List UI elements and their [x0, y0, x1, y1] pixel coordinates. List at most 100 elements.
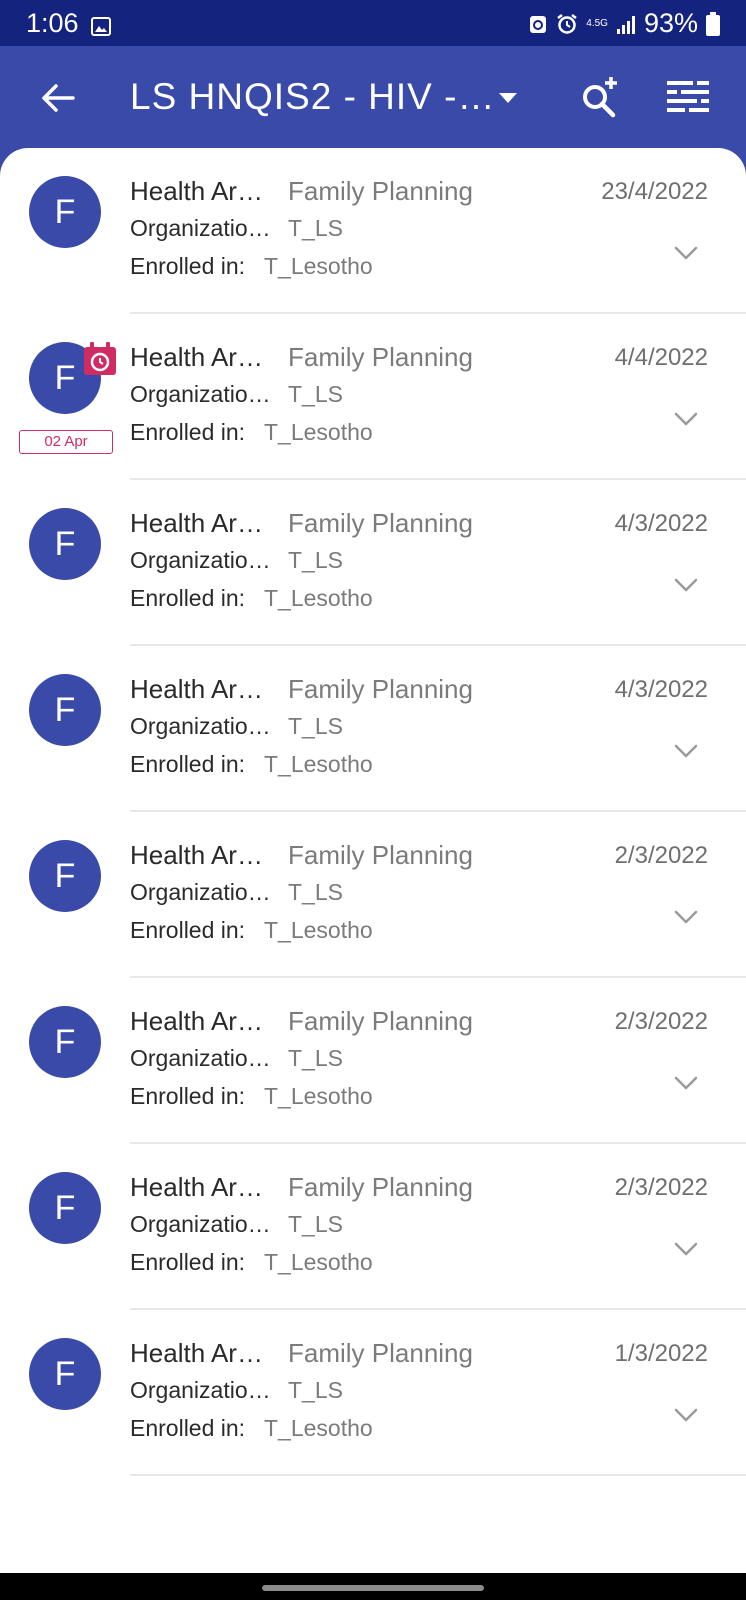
- attribute-row-1: Health Ar… Family Planning: [130, 1172, 473, 1203]
- avatar: F: [29, 1006, 101, 1078]
- attribute-2-value: T_LS: [288, 547, 343, 573]
- attribute-row-2: Organizatio… T_LS: [130, 1045, 343, 1072]
- search-button[interactable]: [575, 72, 625, 122]
- attribute-row-2: Organizatio… T_LS: [130, 1211, 343, 1238]
- attribute-row-1: Health Ar… Family Planning: [130, 674, 473, 705]
- attribute-1-value: Family Planning: [288, 674, 473, 704]
- record-item[interactable]: F Health Ar… Family Planning Organizatio…: [0, 314, 746, 480]
- attribute-row-2: Organizatio… T_LS: [130, 381, 343, 408]
- expand-button[interactable]: [670, 1236, 702, 1262]
- enrollment-row: Enrolled in: T_Lesotho: [130, 585, 373, 612]
- expand-button[interactable]: [670, 738, 702, 764]
- signal-icon: [616, 15, 635, 34]
- record-date: 4/4/2022: [614, 344, 708, 371]
- expand-button[interactable]: [670, 572, 702, 598]
- expand-button[interactable]: [670, 240, 702, 266]
- enrollment-row: Enrolled in: T_Lesotho: [130, 751, 373, 778]
- filter-button[interactable]: [660, 72, 716, 122]
- attribute-row-1: Health Ar… Family Planning: [130, 1006, 473, 1037]
- status-icons: 4.5G 93%: [528, 8, 720, 39]
- dropdown-icon: [499, 93, 517, 103]
- attribute-2-label: Organizatio…: [130, 1045, 271, 1071]
- status-time: 1:06: [26, 8, 79, 38]
- enrolled-label: Enrolled in:: [130, 585, 246, 611]
- avatar: F: [29, 176, 101, 248]
- record-item[interactable]: F Health Ar… Family Planning Organizatio…: [0, 148, 746, 314]
- overdue-date-tag: 02 Apr: [19, 430, 113, 454]
- attribute-2-label: Organizatio…: [130, 879, 271, 905]
- avatar: F: [29, 1338, 101, 1410]
- expand-button[interactable]: [670, 406, 702, 432]
- app-bar: LS HNQIS2 - HIV -…: [0, 46, 746, 150]
- record-item[interactable]: F Health Ar… Family Planning Organizatio…: [0, 646, 746, 812]
- enrolled-label: Enrolled in:: [130, 1083, 246, 1109]
- enrollment-row: Enrolled in: T_Lesotho: [130, 1249, 373, 1276]
- attribute-1-label: Health Ar…: [130, 840, 263, 870]
- back-button[interactable]: [34, 74, 82, 122]
- record-date: 2/3/2022: [614, 1008, 708, 1035]
- expand-button[interactable]: [670, 1070, 702, 1096]
- record-item[interactable]: F Health Ar… Family Planning Organizatio…: [0, 978, 746, 1144]
- enrolled-value: T_Lesotho: [264, 419, 373, 445]
- status-bar: 1:06 4.5G 93%: [0, 0, 746, 46]
- attribute-1-value: Family Planning: [288, 840, 473, 870]
- attribute-2-label: Organizatio…: [130, 215, 271, 241]
- attribute-row-2: Organizatio… T_LS: [130, 713, 343, 740]
- enrollment-row: Enrolled in: T_Lesotho: [130, 253, 373, 280]
- attribute-1-label: Health Ar…: [130, 1338, 263, 1368]
- program-title[interactable]: LS HNQIS2 - HIV -…: [130, 76, 495, 118]
- attribute-row-2: Organizatio… T_LS: [130, 879, 343, 906]
- attribute-row-1: Health Ar… Family Planning: [130, 1338, 473, 1369]
- record-item[interactable]: F Health Ar… Family Planning Organizatio…: [0, 1144, 746, 1310]
- attribute-row-1: Health Ar… Family Planning: [130, 840, 473, 871]
- enrolled-label: Enrolled in:: [130, 419, 246, 445]
- attribute-1-value: Family Planning: [288, 1172, 473, 1202]
- record-item[interactable]: F Health Ar… Family Planning Organizatio…: [0, 1310, 746, 1476]
- chevron-down-icon: [674, 1242, 698, 1256]
- attribute-1-value: Family Planning: [288, 508, 473, 538]
- attribute-1-label: Health Ar…: [130, 1006, 263, 1036]
- attribute-2-label: Organizatio…: [130, 547, 271, 573]
- attribute-1-value: Family Planning: [288, 176, 473, 206]
- record-item[interactable]: F Health Ar… Family Planning Organizatio…: [0, 812, 746, 978]
- expand-button[interactable]: [670, 1402, 702, 1428]
- chevron-down-icon: [674, 910, 698, 924]
- filter-icon: [667, 81, 709, 112]
- attribute-row-1: Health Ar… Family Planning: [130, 342, 473, 373]
- attribute-2-label: Organizatio…: [130, 713, 271, 739]
- search-add-icon: [583, 77, 617, 118]
- attribute-1-value: Family Planning: [288, 1338, 473, 1368]
- network-type: 4.5G: [586, 17, 608, 29]
- attribute-row-2: Organizatio… T_LS: [130, 547, 343, 574]
- chevron-down-icon: [674, 744, 698, 758]
- avatar: F: [29, 508, 101, 580]
- attribute-2-value: T_LS: [288, 1377, 343, 1403]
- enrolled-value: T_Lesotho: [264, 1083, 373, 1109]
- battery-icon: [706, 11, 720, 36]
- attribute-row-1: Health Ar… Family Planning: [130, 176, 473, 207]
- avatar: F: [29, 1172, 101, 1244]
- attribute-2-label: Organizatio…: [130, 381, 271, 407]
- program-dropdown-button[interactable]: [492, 82, 524, 114]
- enrollment-row: Enrolled in: T_Lesotho: [130, 917, 373, 944]
- record-item[interactable]: F Health Ar… Family Planning Organizatio…: [0, 480, 746, 646]
- record-list: F Health Ar… Family Planning Organizatio…: [0, 148, 746, 1476]
- enrolled-value: T_Lesotho: [264, 1249, 373, 1275]
- chevron-down-icon: [674, 1076, 698, 1090]
- record-date: 1/3/2022: [614, 1340, 708, 1367]
- home-gesture-handle[interactable]: [262, 1585, 484, 1591]
- avatar: F: [29, 840, 101, 912]
- enrollment-row: Enrolled in: T_Lesotho: [130, 419, 373, 446]
- attribute-1-value: Family Planning: [288, 1006, 473, 1036]
- record-date: 4/3/2022: [614, 510, 708, 537]
- expand-button[interactable]: [670, 904, 702, 930]
- data-saver-icon: [530, 15, 547, 33]
- navigation-bar: [0, 1573, 746, 1600]
- arrow-back-icon: [42, 84, 75, 112]
- attribute-row-2: Organizatio… T_LS: [130, 215, 343, 242]
- enrolled-value: T_Lesotho: [264, 585, 373, 611]
- record-date: 2/3/2022: [614, 842, 708, 869]
- enrolled-label: Enrolled in:: [130, 751, 246, 777]
- attribute-2-value: T_LS: [288, 1211, 343, 1237]
- enrolled-value: T_Lesotho: [264, 253, 373, 279]
